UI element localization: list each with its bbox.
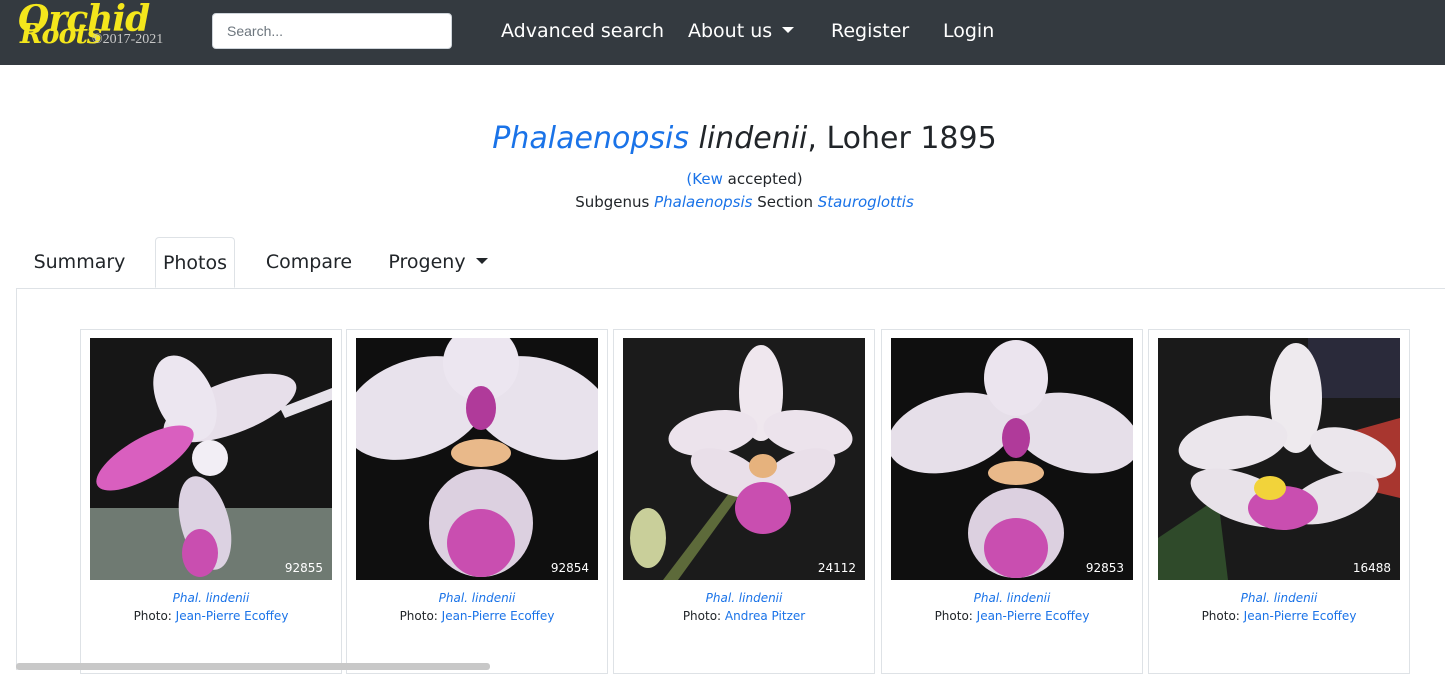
nav-about-us[interactable]: About us xyxy=(688,20,795,42)
kew-link[interactable]: Kew xyxy=(692,170,723,188)
photo-credit: Photo: Jean-Pierre Ecoffey xyxy=(1149,609,1409,623)
photo-species-link[interactable]: Phal. lindenii xyxy=(1149,591,1409,605)
chevron-down-icon xyxy=(475,257,488,264)
photo-id: 92855 xyxy=(284,561,323,575)
photo-card[interactable]: 92853 Phal. lindenii Photo: Jean-Pierre … xyxy=(881,329,1143,674)
genus-link[interactable]: Phalaenopsis xyxy=(492,121,689,156)
photo-species-link[interactable]: Phal. lindenii xyxy=(882,591,1142,605)
species-author: , Loher 1895 xyxy=(807,121,997,156)
photo-id: 92854 xyxy=(550,561,589,575)
orchid-photo[interactable]: 24112 xyxy=(623,338,865,580)
tab-compare[interactable]: Compare xyxy=(252,237,366,288)
species-tabs: Summary Photos Compare Progeny xyxy=(16,237,1445,289)
photographer-link[interactable]: Jean-Pierre Ecoffey xyxy=(1244,609,1357,623)
orchid-photo[interactable]: 92855 xyxy=(90,338,332,580)
photo-credit: Photo: Jean-Pierre Ecoffey xyxy=(347,609,607,623)
photo-species-link[interactable]: Phal. lindenii xyxy=(347,591,607,605)
photographer-link[interactable]: Jean-Pierre Ecoffey xyxy=(977,609,1090,623)
photo-credit-label: Photo: xyxy=(133,609,176,623)
subgenus-label: Subgenus xyxy=(575,193,655,211)
status-text: accepted) xyxy=(722,170,803,188)
orchid-photo[interactable]: 16488 xyxy=(1158,338,1400,580)
photo-credit: Photo: Andrea Pitzer xyxy=(614,609,874,623)
section-label: Section xyxy=(752,193,818,211)
photographer-link[interactable]: Jean-Pierre Ecoffey xyxy=(442,609,555,623)
nav-register[interactable]: Register xyxy=(831,20,909,42)
photo-id: 92853 xyxy=(1085,561,1124,575)
search-input[interactable] xyxy=(212,13,452,49)
photo-id: 16488 xyxy=(1352,561,1391,575)
photo-credit-label: Photo: xyxy=(934,609,977,623)
photo-credit-label: Photo: xyxy=(399,609,442,623)
tab-progeny-label: Progeny xyxy=(388,251,466,273)
photo-credit-label: Photo: xyxy=(1201,609,1244,623)
photographer-link[interactable]: Andrea Pitzer xyxy=(725,609,805,623)
section-link[interactable]: Stauroglottis xyxy=(818,193,914,211)
photo-credit-label: Photo: xyxy=(682,609,725,623)
chevron-down-icon xyxy=(782,26,795,33)
nav-about-us-label: About us xyxy=(688,20,773,42)
photo-card[interactable]: 16488 Phal. lindenii Photo: Jean-Pierre … xyxy=(1148,329,1410,674)
nav-login[interactable]: Login xyxy=(943,20,994,42)
logo-copyright: ©2017-2021 xyxy=(92,32,164,47)
photo-card[interactable]: 24112 Phal. lindenii Photo: Andrea Pitze… xyxy=(613,329,875,674)
photo-card[interactable]: 92855 Phal. lindenii Photo: Jean-Pierre … xyxy=(80,329,342,674)
photo-credit: Photo: Jean-Pierre Ecoffey xyxy=(882,609,1142,623)
photo-credit: Photo: Jean-Pierre Ecoffey xyxy=(81,609,341,623)
tab-progeny[interactable]: Progeny xyxy=(378,237,498,288)
tab-summary[interactable]: Summary xyxy=(16,237,143,288)
page-title: Phalaenopsis lindenii, Loher 1895 xyxy=(0,121,1445,156)
photo-id: 24112 xyxy=(817,561,856,575)
photo-species-link[interactable]: Phal. lindenii xyxy=(81,591,341,605)
top-navbar: Orchid Roots ©2017-2021 Advanced search … xyxy=(0,0,1445,65)
photo-species-link[interactable]: Phal. lindenii xyxy=(614,591,874,605)
orchid-photo[interactable]: 92854 xyxy=(356,338,598,580)
photographer-link[interactable]: Jean-Pierre Ecoffey xyxy=(176,609,289,623)
subgenus-link[interactable]: Phalaenopsis xyxy=(654,193,752,211)
species-epithet: lindenii xyxy=(698,121,808,156)
classification-line: Subgenus Phalaenopsis Section Stauroglot… xyxy=(0,193,1445,211)
photo-card[interactable]: 92854 Phal. lindenii Photo: Jean-Pierre … xyxy=(346,329,608,674)
acceptance-status: (Kew accepted) xyxy=(0,170,1445,188)
tab-photos[interactable]: Photos xyxy=(155,237,235,288)
orchid-photo[interactable]: 92853 xyxy=(891,338,1133,580)
site-logo[interactable]: Orchid Roots ©2017-2021 xyxy=(16,0,176,60)
logo-roots: Roots xyxy=(20,19,102,50)
horizontal-scrollbar[interactable] xyxy=(16,663,490,670)
nav-advanced-search[interactable]: Advanced search xyxy=(501,20,664,42)
